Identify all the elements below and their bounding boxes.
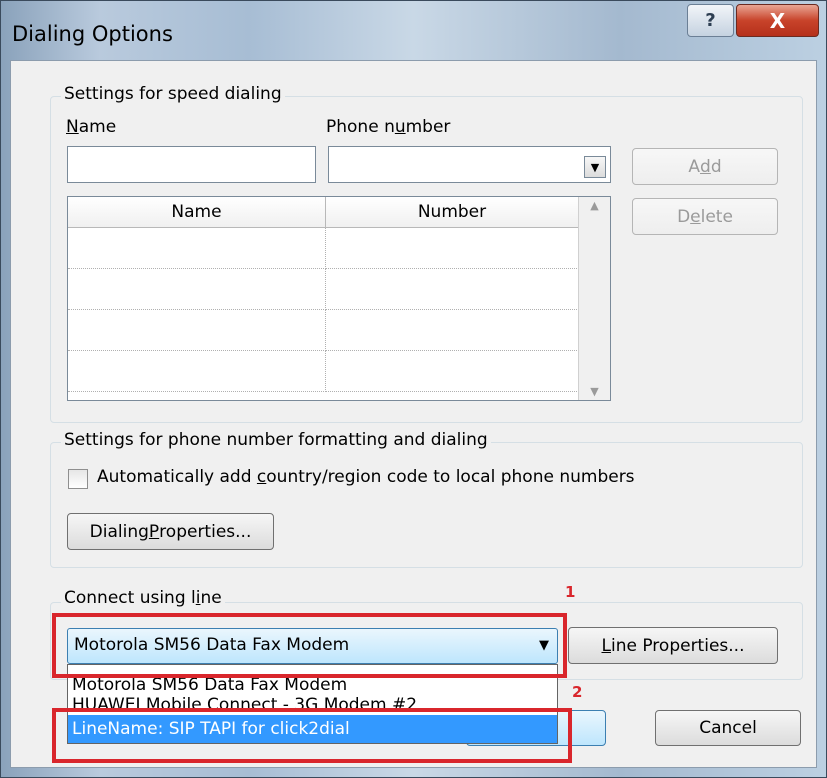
help-button[interactable]: ?	[687, 4, 734, 37]
speed-dialing-group-label: Settings for speed dialing	[61, 84, 285, 104]
line-option[interactable]: Motorola SM56 Data Fax Modem	[68, 675, 557, 695]
annotation-box-1	[52, 613, 567, 678]
column-header-number[interactable]: Number	[325, 197, 579, 228]
help-icon: ?	[705, 10, 716, 31]
name-label: Name	[66, 117, 117, 137]
table-row[interactable]	[68, 350, 579, 392]
connect-line-group-label: Connect using line	[61, 588, 225, 608]
formatting-group-label: Settings for phone number formatting and…	[61, 430, 491, 450]
annotation-label-2: 2	[572, 683, 583, 701]
dialing-properties-button[interactable]: Dialing Properties...	[67, 513, 274, 550]
cancel-button[interactable]: Cancel	[655, 710, 801, 746]
chevron-down-icon: ▼	[590, 160, 600, 174]
scroll-down-arrow-icon[interactable]: ▼	[579, 385, 610, 398]
phone-number-dropdown-button[interactable]: ▼	[584, 156, 606, 178]
delete-button[interactable]: De lete	[632, 198, 778, 235]
auto-add-country-code-label[interactable]: Automatically add country/region code to…	[97, 467, 635, 487]
table-row[interactable]	[68, 268, 579, 310]
line-properties-button[interactable]: Line Properties...	[568, 627, 778, 664]
column-header-name[interactable]: Name	[68, 197, 326, 228]
table-row[interactable]	[68, 309, 579, 351]
add-button[interactable]: Add	[632, 148, 778, 185]
speed-dial-table: Name Number	[68, 197, 579, 392]
phone-number-label: Phone number	[326, 117, 451, 137]
window-title: Dialing Options	[12, 22, 173, 46]
name-input[interactable]	[67, 146, 316, 183]
annotation-box-2	[52, 708, 572, 763]
table-row[interactable]	[68, 227, 579, 269]
phone-number-combo[interactable]	[328, 146, 611, 183]
vertical-scrollbar[interactable]: ▲ ▼	[578, 197, 610, 400]
scroll-up-arrow-icon[interactable]: ▲	[579, 199, 610, 212]
close-icon: X	[769, 8, 786, 33]
close-button[interactable]: X	[736, 4, 819, 37]
annotation-label-1: 1	[565, 583, 576, 601]
speed-dial-list[interactable]: Name Number ▲ ▼	[67, 196, 611, 401]
auto-add-country-code-checkbox[interactable]	[68, 469, 88, 489]
